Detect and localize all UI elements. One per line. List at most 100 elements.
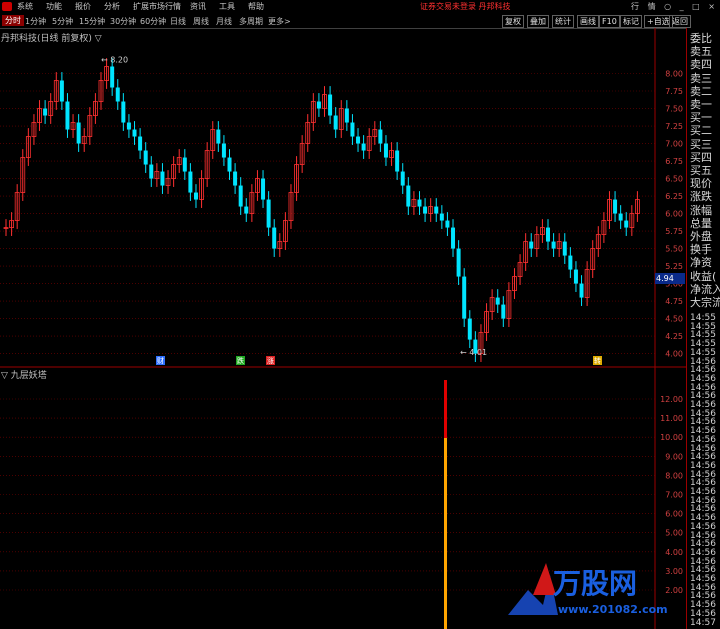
price-tick-label: 5.75 xyxy=(665,227,683,236)
candle-body xyxy=(551,241,556,249)
overlay-button[interactable]: 叠加 xyxy=(527,15,549,28)
candle-body xyxy=(361,143,366,151)
candle-body xyxy=(462,276,467,319)
candle-body xyxy=(65,101,70,130)
tab-multi-period[interactable]: 多周期 xyxy=(239,16,263,27)
high-price-label: ← 8.20 xyxy=(101,56,128,65)
price-tick-label: 7.75 xyxy=(665,87,683,96)
app-logo-icon[interactable] xyxy=(2,2,12,11)
candle-body xyxy=(160,171,165,186)
candle-body xyxy=(132,129,137,137)
tab-30min[interactable]: 30分钟 xyxy=(110,16,136,27)
candle-body xyxy=(573,269,578,284)
adjust-button[interactable]: 复权 xyxy=(502,15,524,28)
candle-body xyxy=(221,143,226,158)
candle-body xyxy=(439,213,444,221)
candle-body xyxy=(356,136,361,144)
event-marker-label: 跌 xyxy=(237,356,244,365)
tab-monthly[interactable]: 月线 xyxy=(216,16,232,27)
menu-quote[interactable]: 报价 xyxy=(75,1,91,12)
candle-body xyxy=(613,199,618,214)
side-panel-label: 大宗流 xyxy=(690,296,720,309)
candle-body xyxy=(238,185,243,207)
candle-body xyxy=(406,185,411,207)
menu-news[interactable]: 资讯 xyxy=(190,1,206,12)
mark-button[interactable]: 标记 xyxy=(620,15,642,28)
indicator-tick-label: 9.00 xyxy=(665,452,683,461)
candle-body xyxy=(188,171,193,193)
candle-body xyxy=(149,164,154,179)
tab-60min[interactable]: 60分钟 xyxy=(140,16,166,27)
f10-button[interactable]: F10 xyxy=(599,15,620,28)
menu-system[interactable]: 系统 xyxy=(17,1,33,12)
candle-body xyxy=(182,157,187,172)
menu-tools[interactable]: 工具 xyxy=(219,1,235,12)
statistics-button[interactable]: 统计 xyxy=(552,15,574,28)
price-tick-label: 5.50 xyxy=(665,245,683,254)
menu-extended-market[interactable]: 扩展市场行情 xyxy=(133,1,181,12)
window-controls[interactable]: 行 情 ○ _ □ × xyxy=(631,1,718,12)
indicator-tick-label: 8.00 xyxy=(665,471,683,480)
candle-body xyxy=(445,220,450,228)
price-tick-label: 6.75 xyxy=(665,157,683,166)
candle-body xyxy=(434,206,439,214)
indicator-title: ▽ 九层妖塔 xyxy=(1,371,47,381)
candle-body xyxy=(529,241,534,249)
main-chart-title: 丹邦科技(日线 前复权) ▽ xyxy=(1,34,102,44)
menu-function[interactable]: 功能 xyxy=(46,1,62,12)
menu-analysis[interactable]: 分析 xyxy=(104,1,120,12)
tab-more[interactable]: 更多> xyxy=(268,16,291,27)
candle-body xyxy=(121,101,126,123)
draw-line-button[interactable]: 画线 xyxy=(577,15,599,28)
candle-body xyxy=(495,297,500,305)
price-tick-label: 6.00 xyxy=(665,210,683,219)
candle-body xyxy=(261,178,266,200)
candle-body xyxy=(328,94,333,116)
candle-body xyxy=(43,108,48,116)
event-marker-label: 转 xyxy=(594,356,601,365)
indicator-tick-label: 7.00 xyxy=(665,491,683,500)
price-tick-label: 6.25 xyxy=(665,192,683,201)
tab-weekly[interactable]: 周线 xyxy=(193,16,209,27)
candle-body xyxy=(395,150,400,172)
watermark-logo: 万股网 www.201082.com xyxy=(508,563,668,616)
event-marker-label: 财 xyxy=(157,356,164,365)
tab-daily[interactable]: 日线 xyxy=(170,16,186,27)
menu-help[interactable]: 帮助 xyxy=(248,1,264,12)
candle-body xyxy=(59,80,64,102)
candle-body xyxy=(126,122,131,130)
tab-15min[interactable]: 15分钟 xyxy=(79,16,105,27)
back-button[interactable]: 返回 xyxy=(669,15,691,28)
tick-time: 14:57 xyxy=(690,617,716,628)
candle-body xyxy=(244,206,249,214)
kline-chart[interactable]: 8.00 7.75 7.50 7.25 7.00 6.75 6.50 6.25 6.00 5.75… xyxy=(0,28,686,629)
candle-body xyxy=(216,129,221,144)
price-tick-label: 6.50 xyxy=(665,175,683,184)
candle-body xyxy=(378,129,383,144)
candle-body xyxy=(227,157,232,172)
price-tick-label: 7.50 xyxy=(665,105,683,114)
low-price-label: ← 4.01 xyxy=(460,348,487,357)
tab-5min[interactable]: 5分钟 xyxy=(52,16,73,27)
candle-body xyxy=(316,101,321,109)
candle-body xyxy=(400,171,405,186)
tab-1min[interactable]: 1分钟 xyxy=(25,16,46,27)
price-tick-label: 4.75 xyxy=(665,297,683,306)
candle-body xyxy=(579,283,584,298)
logo-text: 万股网 xyxy=(553,567,637,600)
candle-body xyxy=(423,206,428,214)
candle-body xyxy=(618,213,623,221)
indicator-tick-label: 10.00 xyxy=(660,433,683,442)
candle-body xyxy=(562,241,567,256)
tab-timeshare[interactable]: 分时 xyxy=(2,15,24,26)
quote-side-panel: 委比 卖五 卖四 卖三 卖二 卖一 买一 买二 买三 买四 买五 现价 涨跌 涨幅 总量 外盘 换手 净资 收益(净… xyxy=(686,28,720,312)
tick-time-column: 14:55 14:55 14:55 14:55 14:55 14:56 14:56 14:56… xyxy=(686,312,720,629)
candle-body xyxy=(383,143,388,158)
candle-body xyxy=(624,220,629,228)
candle-body xyxy=(110,66,115,88)
period-toolbar: 分时 1分钟 5分钟 15分钟 30分钟 60分钟 日线 周线 月线 多周期 更… xyxy=(0,14,720,29)
price-tick-label: 8.00 xyxy=(665,70,683,79)
window-title: 证券交易未登录 丹邦科技 xyxy=(420,2,511,11)
signal-bar-top xyxy=(444,380,447,438)
candle-body xyxy=(266,199,271,228)
